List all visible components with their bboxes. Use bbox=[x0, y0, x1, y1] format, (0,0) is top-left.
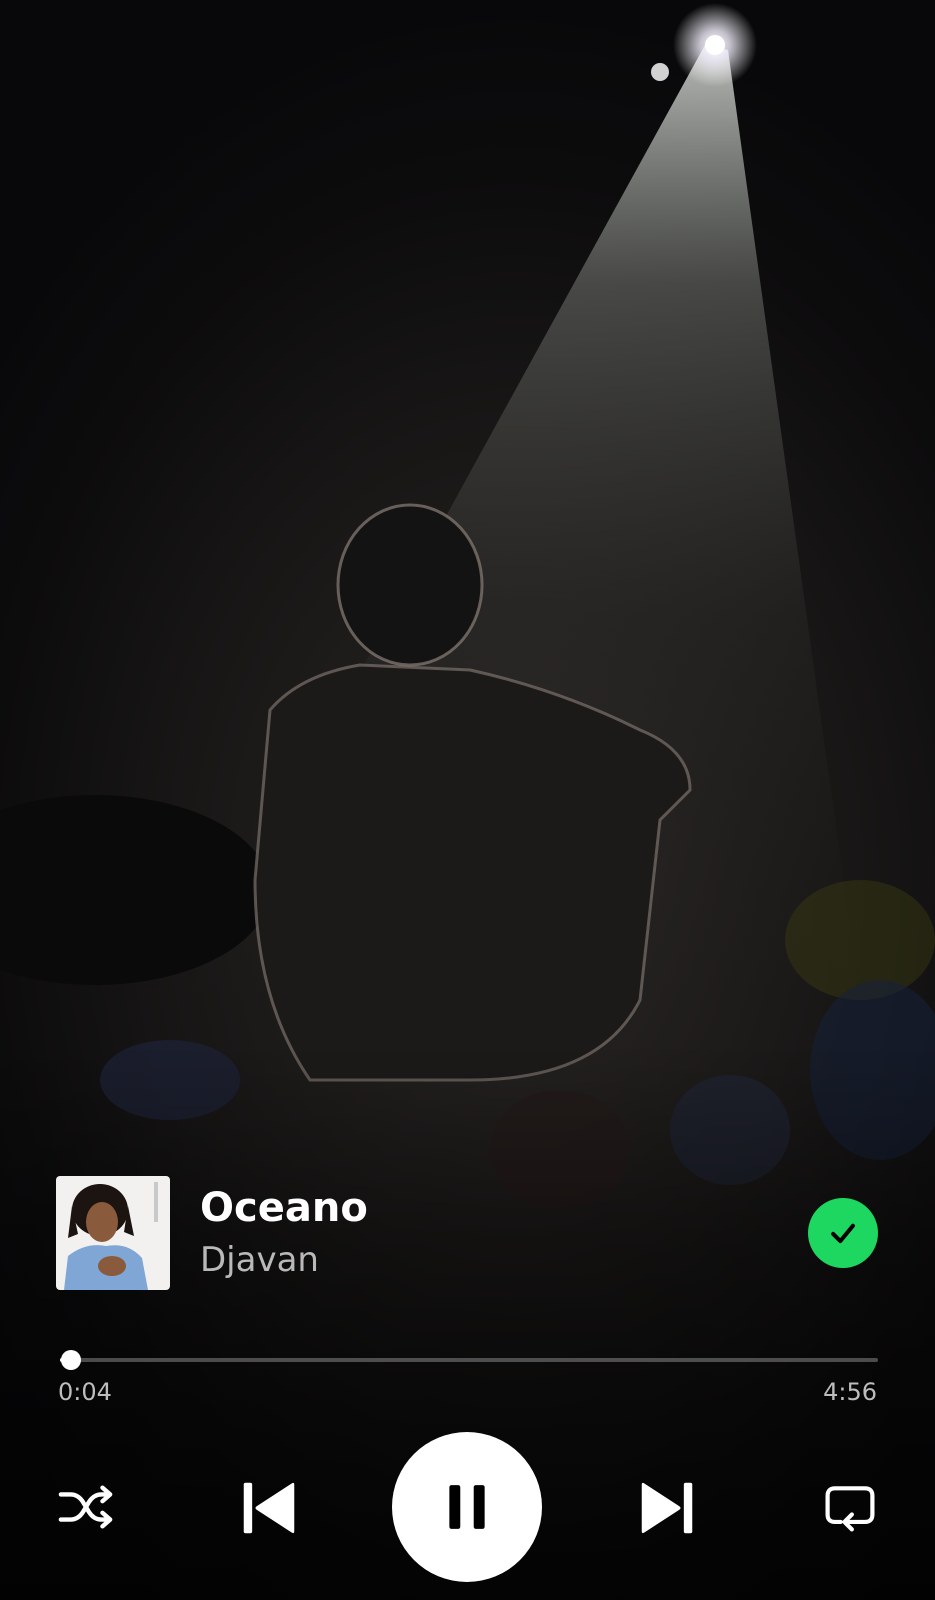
now-playing-screen: Oceano Djavan 0:04 4:56 bbox=[0, 0, 935, 1600]
pause-icon bbox=[449, 1485, 485, 1529]
shuffle-button[interactable] bbox=[56, 1477, 116, 1537]
shuffle-icon bbox=[58, 1485, 113, 1529]
skip-previous-icon bbox=[243, 1482, 295, 1534]
next-button[interactable] bbox=[636, 1477, 698, 1539]
progress-bar[interactable] bbox=[60, 1350, 878, 1370]
repeat-button[interactable] bbox=[820, 1477, 880, 1537]
previous-button[interactable] bbox=[238, 1477, 300, 1539]
album-cover[interactable] bbox=[56, 1176, 170, 1290]
check-icon bbox=[831, 1223, 855, 1244]
progress-track bbox=[60, 1358, 878, 1362]
total-duration: 4:56 bbox=[823, 1378, 877, 1406]
track-artist[interactable]: Djavan bbox=[200, 1238, 808, 1282]
elapsed-time: 0:04 bbox=[58, 1378, 112, 1406]
track-title[interactable]: Oceano bbox=[200, 1184, 808, 1232]
playback-controls bbox=[0, 1432, 935, 1582]
skip-next-icon bbox=[641, 1482, 693, 1534]
repeat-icon bbox=[825, 1486, 875, 1532]
album-cover-portrait bbox=[56, 1176, 170, 1290]
liked-button[interactable] bbox=[808, 1198, 878, 1268]
track-meta: Oceano Djavan bbox=[200, 1184, 808, 1282]
pause-button[interactable] bbox=[392, 1432, 542, 1582]
progress-handle[interactable] bbox=[61, 1350, 82, 1370]
track-info-row: Oceano Djavan bbox=[56, 1176, 880, 1290]
